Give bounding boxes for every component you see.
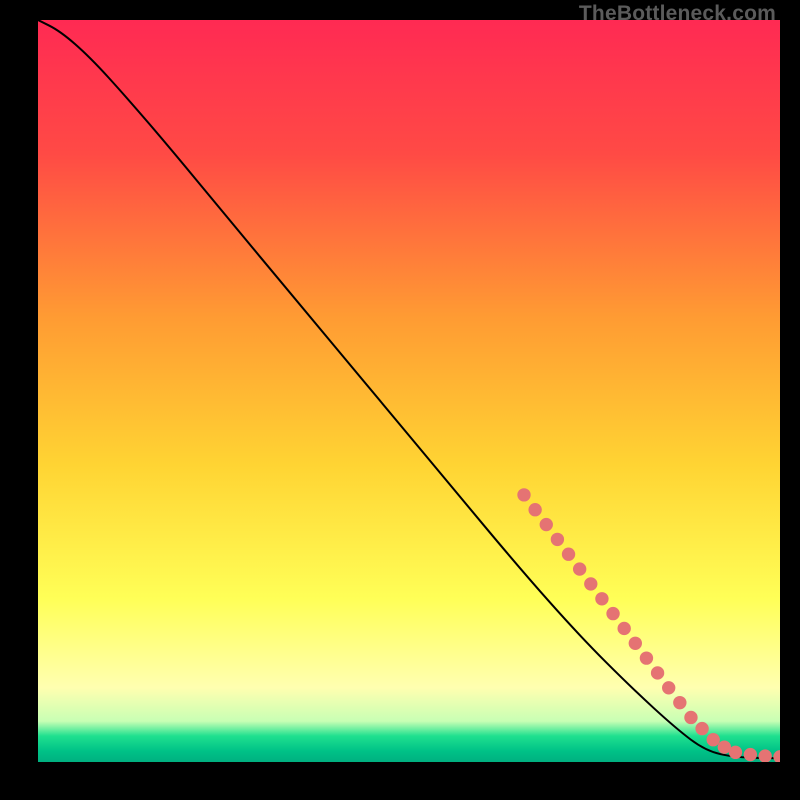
chart-marker-dot xyxy=(640,651,653,664)
chart-marker-dot xyxy=(744,748,757,761)
chart-marker-dot xyxy=(528,503,541,516)
chart-marker-dot xyxy=(595,592,608,605)
chart-marker-dot xyxy=(551,533,564,546)
chart-marker-dot xyxy=(684,711,697,724)
chart-marker-dot xyxy=(695,722,708,735)
chart-marker-dot xyxy=(540,518,553,531)
chart-marker-dot xyxy=(517,488,530,501)
chart-marker-dot xyxy=(673,696,686,709)
watermark-label: TheBottleneck.com xyxy=(579,2,776,26)
chart-marker-dot xyxy=(584,577,597,590)
chart-marker-dot xyxy=(662,681,675,694)
chart-marker-dot xyxy=(606,607,619,620)
chart-marker-dot xyxy=(729,746,742,759)
chart-stage: TheBottleneck.com xyxy=(0,0,800,800)
chart-marker-dot xyxy=(573,562,586,575)
chart-marker-dot xyxy=(618,622,631,635)
chart-svg xyxy=(38,20,780,762)
chart-plot-area xyxy=(38,20,780,762)
chart-marker-dot xyxy=(707,733,720,746)
chart-marker-dot xyxy=(629,637,642,650)
chart-background xyxy=(38,20,780,762)
chart-marker-dot xyxy=(651,666,664,679)
chart-marker-dot xyxy=(562,548,575,561)
